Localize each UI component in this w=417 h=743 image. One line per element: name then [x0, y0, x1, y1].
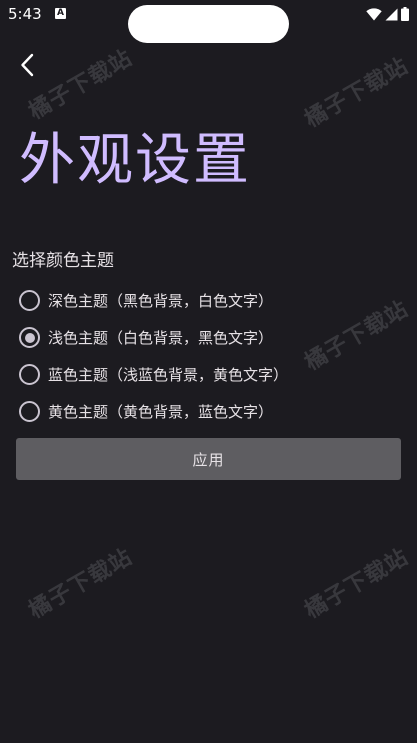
- status-icons: [366, 6, 409, 22]
- radio-label: 黄色主题（黄色背景，蓝色文字）: [48, 403, 274, 421]
- theme-section-label: 选择颜色主题: [12, 251, 114, 271]
- camera-notch: [128, 5, 289, 43]
- back-button[interactable]: [12, 50, 42, 80]
- radio-button[interactable]: [19, 290, 40, 311]
- page-title: 外观设置: [19, 128, 251, 193]
- watermark: 橘子下载站: [300, 544, 413, 624]
- battery-icon: [401, 7, 409, 21]
- notification-a-icon: A: [55, 8, 66, 19]
- theme-option-dark[interactable]: 深色主题（黑色背景，白色文字）: [16, 282, 406, 319]
- status-bar: 5:43 A: [0, 0, 417, 43]
- status-time: 5:43: [8, 5, 42, 23]
- apply-button[interactable]: 应用: [16, 438, 401, 480]
- cellular-signal-icon: [385, 8, 398, 20]
- radio-button[interactable]: [19, 327, 40, 348]
- radio-button[interactable]: [19, 364, 40, 385]
- chevron-left-icon: [21, 53, 34, 77]
- radio-label: 浅色主题（白色背景，黑色文字）: [48, 329, 274, 347]
- radio-label: 深色主题（黑色背景，白色文字）: [48, 292, 274, 310]
- radio-button[interactable]: [19, 401, 40, 422]
- theme-option-light[interactable]: 浅色主题（白色背景，黑色文字）: [16, 319, 406, 356]
- theme-radio-group: 深色主题（黑色背景，白色文字） 浅色主题（白色背景，黑色文字） 蓝色主题（浅蓝色…: [16, 282, 406, 430]
- theme-option-yellow[interactable]: 黄色主题（黄色背景，蓝色文字）: [16, 393, 406, 430]
- watermark: 橘子下载站: [24, 544, 137, 624]
- theme-option-blue[interactable]: 蓝色主题（浅蓝色背景，黄色文字）: [16, 356, 406, 393]
- watermark: 橘子下载站: [300, 53, 413, 133]
- wifi-icon: [366, 7, 382, 20]
- radio-label: 蓝色主题（浅蓝色背景，黄色文字）: [48, 366, 289, 384]
